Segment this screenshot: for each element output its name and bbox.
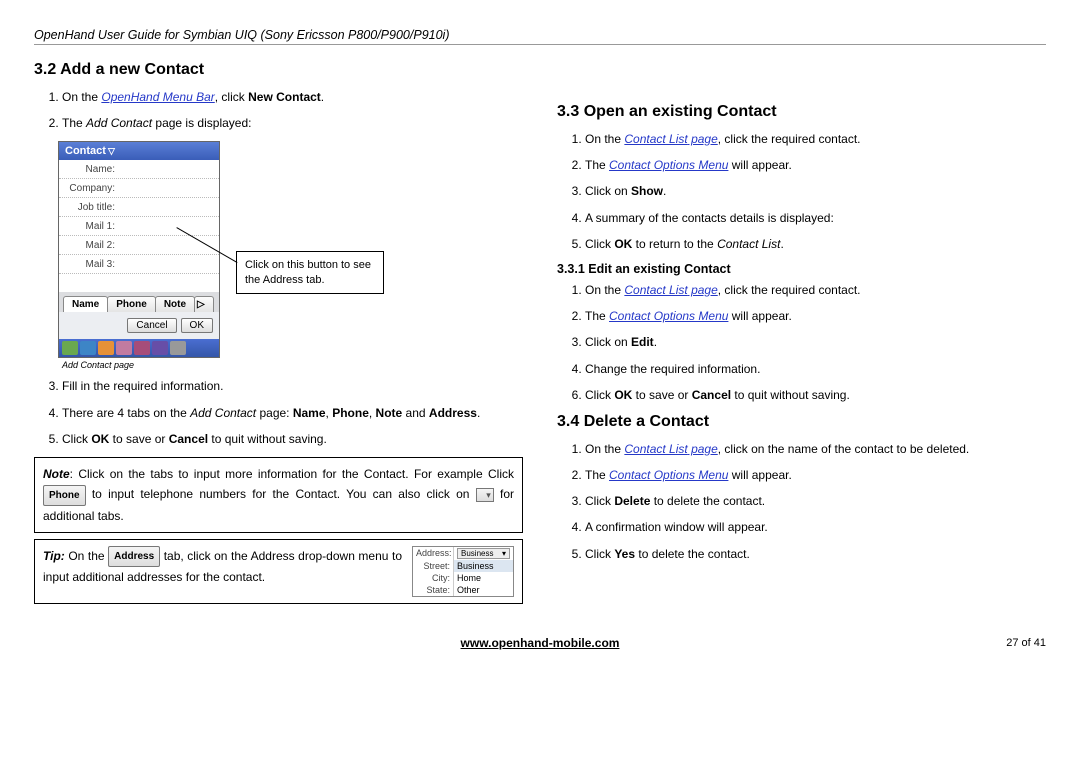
address-select: Business▾ <box>457 548 510 559</box>
step-5: Click OK to save or Cancel to quit witho… <box>62 431 523 447</box>
o-step-2: The Contact Options Menu will appear. <box>585 157 1046 173</box>
right-column: 3.3 Open an existing Contact On the Cont… <box>557 55 1046 610</box>
link-options-menu-3[interactable]: Contact Options Menu <box>609 468 728 482</box>
heading-open-contact: 3.3 Open an existing Contact <box>557 103 1046 121</box>
link-options-menu[interactable]: Contact Options Menu <box>609 158 728 172</box>
d-step-2: The Contact Options Menu will appear. <box>585 467 1046 483</box>
e-step-3: Click on Edit. <box>585 334 1046 350</box>
e-step-4: Change the required information. <box>585 361 1046 377</box>
tab-name: Name <box>63 296 108 312</box>
phone-titlebar: Contact▽ <box>59 142 219 160</box>
sys-icon-7 <box>170 341 186 355</box>
sys-icon-3 <box>98 341 114 355</box>
field-name: Name: <box>59 160 219 179</box>
sys-icon-6 <box>152 341 168 355</box>
open-contact-steps: On the Contact List page, click the requ… <box>557 131 1046 252</box>
sys-icon-1 <box>62 341 78 355</box>
step-2: The Add Contact page is displayed: <box>62 115 523 131</box>
inline-address-button: Address <box>108 546 160 567</box>
tab-more-icon: ▷ <box>194 296 214 312</box>
link-menu-bar[interactable]: OpenHand Menu Bar <box>101 90 214 104</box>
footer-url[interactable]: www.openhand-mobile.com <box>461 636 620 650</box>
left-column: 3.2 Add a new Contact On the OpenHand Me… <box>34 55 523 610</box>
add-contact-steps-cont: Fill in the required information. There … <box>34 378 523 447</box>
inline-phone-button: Phone <box>43 485 86 506</box>
field-jobtitle: Job title: <box>59 198 219 217</box>
tab-note: Note <box>155 296 195 312</box>
link-contact-list-3[interactable]: Contact List page <box>624 442 717 456</box>
phone-tabs: Name Phone Note ▷ <box>59 292 219 312</box>
e-step-2: The Contact Options Menu will appear. <box>585 308 1046 324</box>
note-box: Note: Click on the tabs to input more in… <box>34 457 523 533</box>
e-step-1: On the Contact List page, click the requ… <box>585 282 1046 298</box>
phone-mock: Contact▽ Name: Company: Job title: Mail … <box>58 141 220 358</box>
link-contact-list-2[interactable]: Contact List page <box>624 283 717 297</box>
d-step-3: Click Delete to delete the contact. <box>585 493 1046 509</box>
o-step-4: A summary of the contacts details is dis… <box>585 210 1046 226</box>
edit-contact-steps: On the Contact List page, click the requ… <box>557 282 1046 403</box>
tip-box: Tip: On the Address tab, click on the Ad… <box>34 539 523 604</box>
heading-edit-contact: 3.3.1 Edit an existing Contact <box>557 262 1046 276</box>
d-step-5: Click Yes to delete the contact. <box>585 546 1046 562</box>
tip-text: Tip: On the Address tab, click on the Ad… <box>43 546 402 588</box>
d-step-4: A confirmation window will appear. <box>585 519 1046 535</box>
document-header: OpenHand User Guide for Symbian UIQ (Son… <box>34 28 1046 45</box>
ok-button: OK <box>181 318 213 333</box>
tab-phone: Phone <box>107 296 156 312</box>
step-1: On the OpenHand Menu Bar, click New Cont… <box>62 89 523 105</box>
page-footer: www.openhand-mobile.com 27 of 41 <box>34 636 1046 650</box>
step-4: There are 4 tabs on the Add Contact page… <box>62 405 523 421</box>
field-mail3: Mail 3: <box>59 255 219 274</box>
inline-more-tabs-icon <box>476 488 494 502</box>
link-contact-list[interactable]: Contact List page <box>624 132 717 146</box>
step-3: Fill in the required information. <box>62 378 523 394</box>
o-step-3: Click on Show. <box>585 183 1046 199</box>
delete-contact-steps: On the Contact List page, click on the n… <box>557 441 1046 562</box>
field-company: Company: <box>59 179 219 198</box>
sys-icon-2 <box>80 341 96 355</box>
phone-buttons: Cancel OK <box>59 312 219 339</box>
e-step-6: Click OK to save or Cancel to quit witho… <box>585 387 1046 403</box>
sys-icon-5 <box>134 341 150 355</box>
o-step-5: Click OK to return to the Contact List. <box>585 236 1046 252</box>
sys-icon-4 <box>116 341 132 355</box>
d-step-1: On the Contact List page, click on the n… <box>585 441 1046 457</box>
add-contact-steps: On the OpenHand Menu Bar, click New Cont… <box>34 89 523 131</box>
callout-box: Click on this button to see the Address … <box>236 251 384 294</box>
phone-screenshot-area: Contact▽ Name: Company: Job title: Mail … <box>58 141 523 372</box>
cancel-button: Cancel <box>127 318 176 333</box>
o-step-1: On the Contact List page, click the requ… <box>585 131 1046 147</box>
dropdown-icon: ▽ <box>108 146 115 156</box>
phone-wrapper: Contact▽ Name: Company: Job title: Mail … <box>58 141 220 372</box>
heading-add-contact: 3.2 Add a new Contact <box>34 61 523 79</box>
phone-caption: Add Contact page <box>58 358 220 372</box>
heading-delete-contact: 3.4 Delete a Contact <box>557 413 1046 431</box>
chevron-down-icon: ▾ <box>502 549 506 558</box>
link-options-menu-2[interactable]: Contact Options Menu <box>609 309 728 323</box>
address-dropdown-mock: Address:Business▾ Street:Business City:H… <box>412 546 514 597</box>
phone-sysbar <box>59 339 219 357</box>
content-columns: 3.2 Add a new Contact On the OpenHand Me… <box>34 55 1046 610</box>
page-number: 27 of 41 <box>1006 637 1046 649</box>
field-mail1: Mail 1: <box>59 217 219 236</box>
